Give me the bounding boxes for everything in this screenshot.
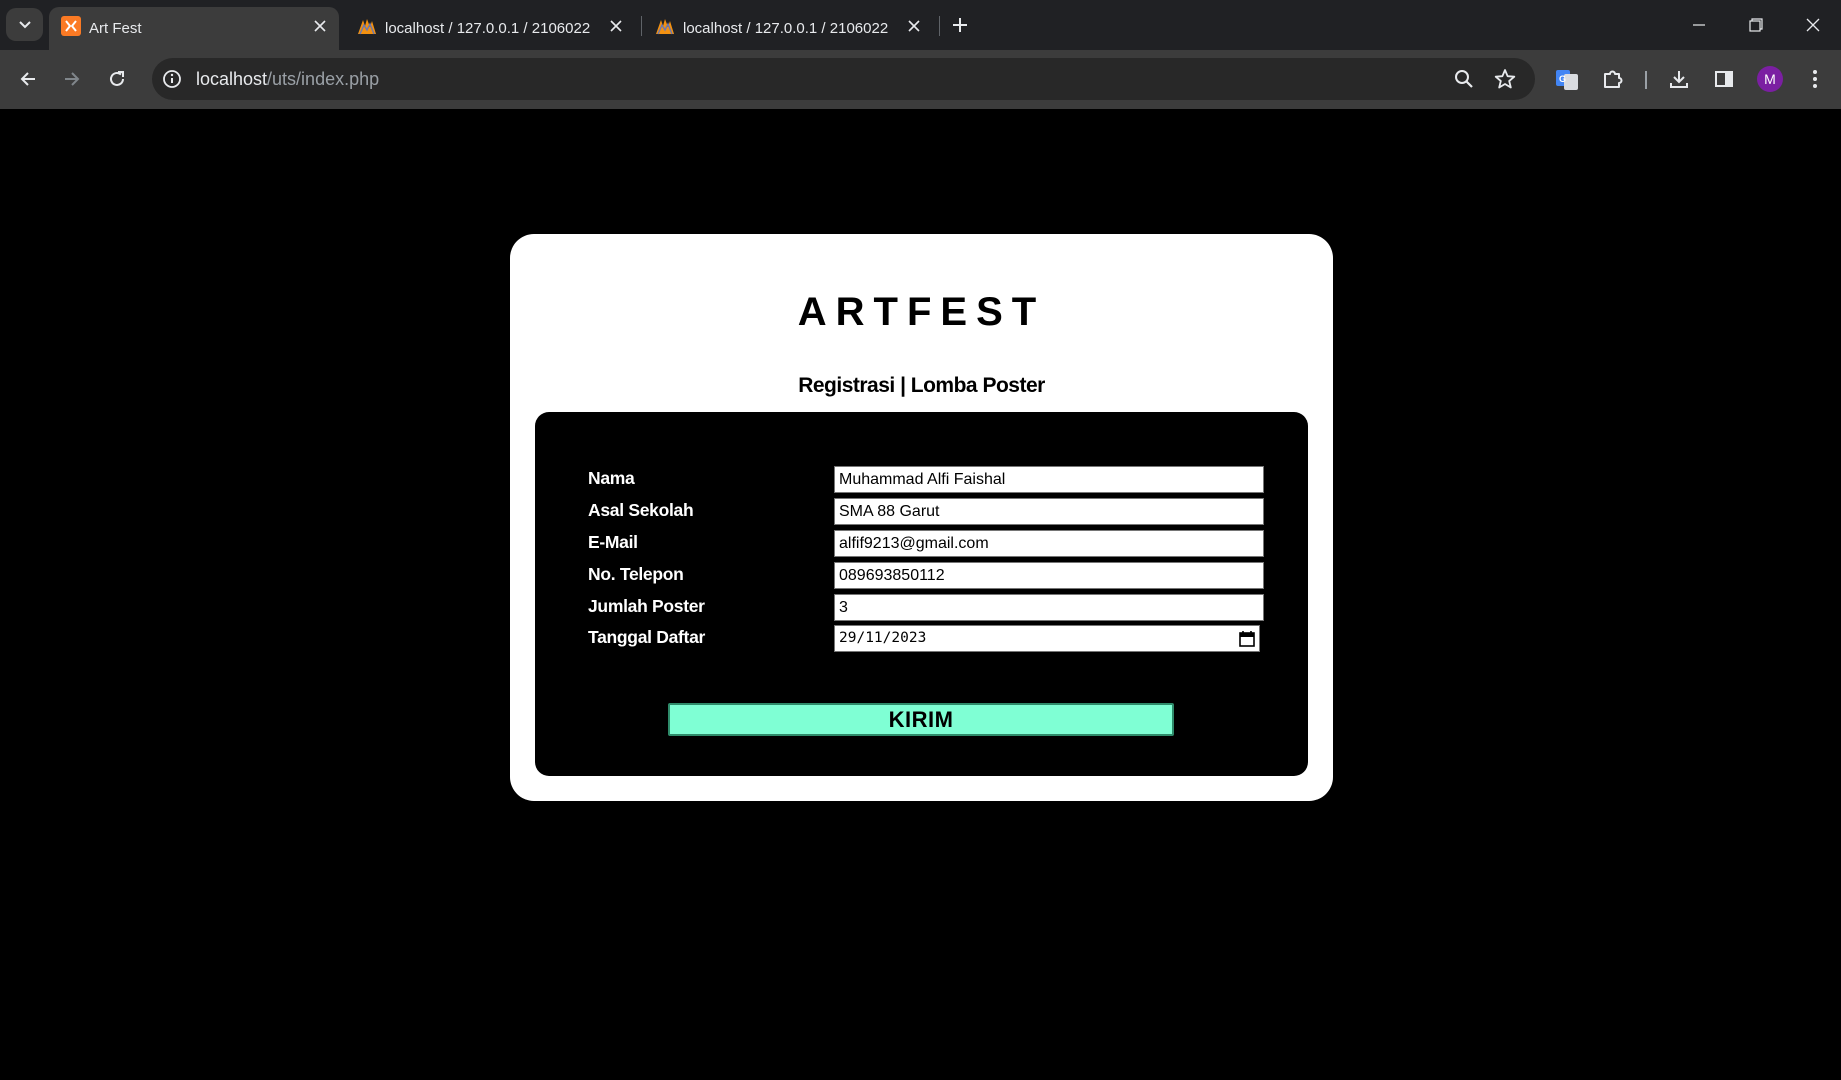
chevron-down-icon: [18, 20, 31, 28]
label-email: E-Mail: [588, 532, 638, 552]
bookmark-button[interactable]: [1486, 60, 1524, 98]
tab-separator: [939, 16, 940, 36]
puzzle-icon: [1604, 70, 1623, 88]
arrow-left-icon: [20, 72, 35, 86]
downloads-button[interactable]: [1660, 60, 1698, 98]
page-viewport: ARTFEST Registrasi | Lomba Poster Nama M…: [0, 109, 1841, 1080]
arrow-right-icon: [65, 72, 80, 86]
registration-card: ARTFEST Registrasi | Lomba Poster Nama M…: [510, 234, 1333, 801]
svg-text:G: G: [1559, 74, 1566, 84]
download-icon: [1670, 71, 1688, 88]
tab-strip: Art Fest localhost / 127.0.0.1 / 2106022…: [0, 0, 1841, 50]
input-asal-sekolah[interactable]: SMA 88 Garut: [834, 498, 1264, 525]
profile-button[interactable]: M: [1751, 60, 1789, 98]
tab-phpmyadmin-1[interactable]: localhost / 127.0.0.1 / 2106022: [345, 7, 635, 50]
close-tab-icon[interactable]: [607, 17, 625, 35]
registration-form: Nama Muhammad Alfi Faishal Asal Sekolah …: [535, 412, 1308, 776]
input-nama[interactable]: Muhammad Alfi Faishal: [834, 466, 1264, 493]
field-row-nama: Nama Muhammad Alfi Faishal: [535, 466, 1308, 493]
translate-extension-button[interactable]: G: [1548, 60, 1586, 98]
label-tanggal-daftar: Tanggal Daftar: [588, 627, 706, 647]
label-jumlah-poster: Jumlah Poster: [588, 596, 705, 616]
reload-button[interactable]: [98, 60, 136, 98]
submit-button[interactable]: KIRIM: [668, 703, 1174, 736]
close-window-button[interactable]: [1785, 0, 1841, 50]
input-jumlah-poster[interactable]: 3: [834, 594, 1264, 621]
close-tab-icon[interactable]: [905, 17, 923, 35]
field-row-jumlah-poster: Jumlah Poster 3: [535, 594, 1308, 621]
google-translate-icon: G: [1556, 70, 1578, 90]
reload-icon: [110, 71, 124, 86]
tab-phpmyadmin-2[interactable]: localhost / 127.0.0.1 / 2106022: [643, 7, 933, 50]
zoom-button[interactable]: [1445, 60, 1483, 98]
toolbar-separator: [1645, 71, 1647, 89]
side-panel-icon: [1715, 71, 1733, 87]
tab-separator: [641, 16, 642, 36]
page-subtitle: Registrasi | Lomba Poster: [798, 374, 1045, 397]
input-telepon[interactable]: 089693850112: [834, 562, 1264, 589]
close-tab-icon[interactable]: [311, 17, 329, 35]
extensions-button[interactable]: [1594, 60, 1632, 98]
input-tanggal-daftar[interactable]: 29/11/2023: [834, 625, 1260, 652]
label-nama: Nama: [588, 468, 635, 488]
restore-icon: [1749, 18, 1763, 32]
tab-title: Art Fest: [89, 20, 142, 37]
url-path: /uts/index.php: [267, 69, 380, 89]
tab-title: localhost / 127.0.0.1 / 2106022: [385, 20, 591, 37]
tab-title: localhost / 127.0.0.1 / 2106022: [683, 20, 889, 37]
browser-toolbar: localhost/uts/index.php G M: [0, 50, 1841, 109]
date-value: 29/11/2023: [839, 630, 927, 646]
new-tab-button[interactable]: [941, 6, 979, 44]
minimize-button[interactable]: [1671, 0, 1727, 50]
field-row-tanggal-daftar: Tanggal Daftar 29/11/2023: [535, 625, 1308, 652]
forward-button[interactable]: [53, 60, 91, 98]
info-icon: [163, 70, 181, 88]
star-icon: [1494, 69, 1516, 89]
field-row-email: E-Mail alfif9213@gmail.com: [535, 530, 1308, 557]
brand-title: ARTFEST: [797, 290, 1046, 334]
kebab-menu-icon: [1813, 70, 1817, 88]
phpmyadmin-icon: [656, 19, 674, 35]
side-panel-button[interactable]: [1705, 60, 1743, 98]
calendar-icon[interactable]: [1239, 630, 1255, 647]
minimize-icon: [1693, 24, 1705, 26]
restore-button[interactable]: [1728, 0, 1784, 50]
phpmyadmin-icon: [358, 19, 376, 35]
plus-icon: [953, 18, 967, 32]
magnifier-icon: [1455, 70, 1473, 88]
address-bar[interactable]: localhost/uts/index.php: [152, 58, 1535, 100]
url-host: localhost: [196, 69, 268, 89]
tab-art-fest[interactable]: Art Fest: [49, 7, 339, 50]
url-text: localhost/uts/index.php: [196, 58, 379, 100]
field-row-telepon: No. Telepon 089693850112: [535, 562, 1308, 589]
tab-search-button[interactable]: [6, 8, 43, 41]
xampp-icon: [61, 16, 81, 36]
label-telepon: No. Telepon: [588, 564, 684, 584]
back-button[interactable]: [9, 60, 47, 98]
menu-button[interactable]: [1796, 60, 1834, 98]
field-row-asal-sekolah: Asal Sekolah SMA 88 Garut: [535, 498, 1308, 525]
label-asal-sekolah: Asal Sekolah: [588, 500, 694, 520]
avatar: M: [1757, 66, 1783, 92]
input-email[interactable]: alfif9213@gmail.com: [834, 530, 1264, 557]
close-icon: [1806, 18, 1820, 32]
